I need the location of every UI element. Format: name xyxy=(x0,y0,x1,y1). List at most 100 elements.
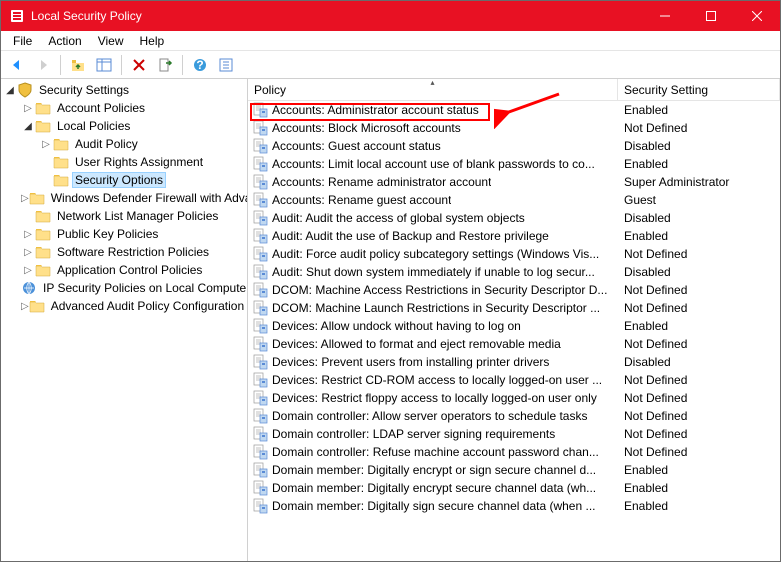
export-button[interactable] xyxy=(153,53,177,77)
policy-icon xyxy=(252,354,268,370)
policy-cell: Devices: Prevent users from installing p… xyxy=(248,354,618,370)
column-policy-label: Policy xyxy=(254,83,286,97)
folder-icon xyxy=(29,190,45,206)
policy-icon xyxy=(252,102,268,118)
tree-item[interactable]: ▷Audit Policy xyxy=(1,135,247,153)
tree-item-label: Advanced Audit Policy Configuration xyxy=(48,298,247,314)
tree-item[interactable]: ▷Software Restriction Policies xyxy=(1,243,247,261)
tree-item[interactable]: ▷ Advanced Audit Policy Configuration xyxy=(1,297,247,315)
tree-item[interactable]: IP Security Policies on Local Computer xyxy=(1,279,247,297)
tree-root-label: Security Settings xyxy=(36,82,132,98)
menu-view[interactable]: View xyxy=(90,32,132,50)
toolbar: ? xyxy=(1,51,780,79)
policy-icon xyxy=(252,282,268,298)
policy-name: Accounts: Rename guest account xyxy=(272,193,451,207)
policy-row[interactable]: DCOM: Machine Launch Restrictions in Sec… xyxy=(248,299,780,317)
titlebar[interactable]: Local Security Policy xyxy=(1,1,780,31)
policy-row[interactable]: Devices: Prevent users from installing p… xyxy=(248,353,780,371)
tree-item[interactable]: ▷Public Key Policies xyxy=(1,225,247,243)
tree-pane[interactable]: ◢ Security Settings ▷ Account Policies ◢ Lo… xyxy=(1,79,248,561)
policy-row[interactable]: Accounts: Rename administrator accountSu… xyxy=(248,173,780,191)
tree-item[interactable]: ▷ Application Control Policies xyxy=(1,261,247,279)
chevron-down-icon[interactable]: ◢ xyxy=(3,85,17,96)
policy-name: Accounts: Administrator account status xyxy=(272,103,479,117)
tree-item[interactable]: Security Options xyxy=(1,171,247,189)
folder-icon xyxy=(35,118,51,134)
show-hide-tree-button[interactable] xyxy=(92,53,116,77)
tree-item[interactable]: ◢ Local Policies xyxy=(1,117,247,135)
tree-item[interactable]: User Rights Assignment xyxy=(1,153,247,171)
tree-item-label: Windows Defender Firewall with Advanced … xyxy=(48,190,248,206)
policy-row[interactable]: Domain controller: Allow server operator… xyxy=(248,407,780,425)
policy-cell: Domain member: Digitally encrypt secure … xyxy=(248,480,618,496)
setting-cell: Not Defined xyxy=(618,301,780,315)
tree-root[interactable]: ◢ Security Settings xyxy=(1,81,247,99)
chevron-down-icon[interactable]: ◢ xyxy=(21,121,35,132)
chevron-right-icon[interactable]: ▷ xyxy=(21,229,35,240)
policy-row[interactable]: Devices: Allow undock without having to … xyxy=(248,317,780,335)
tree-item-label: Account Policies xyxy=(54,100,148,116)
tree-item-label: Application Control Policies xyxy=(54,262,205,278)
tree-item-label: Local Policies xyxy=(54,118,133,134)
list-body[interactable]: Accounts: Administrator account status En… xyxy=(248,101,780,561)
maximize-button[interactable] xyxy=(688,1,734,31)
policy-cell: Accounts: Guest account status xyxy=(248,138,618,154)
policy-cell: Audit: Audit the access of global system… xyxy=(248,210,618,226)
policy-row[interactable]: Devices: Allowed to format and eject rem… xyxy=(248,335,780,353)
up-button[interactable] xyxy=(66,53,90,77)
help-button[interactable]: ? xyxy=(188,53,212,77)
policy-cell: DCOM: Machine Access Restrictions in Sec… xyxy=(248,282,618,298)
folder-icon xyxy=(35,208,51,224)
policy-row[interactable]: Domain controller: Refuse machine accoun… xyxy=(248,443,780,461)
policy-row[interactable]: Domain controller: LDAP server signing r… xyxy=(248,425,780,443)
policy-icon xyxy=(252,318,268,334)
policy-row[interactable]: DCOM: Machine Access Restrictions in Sec… xyxy=(248,281,780,299)
policy-row[interactable]: Accounts: Rename guest accountGuest xyxy=(248,191,780,209)
chevron-right-icon[interactable]: ▷ xyxy=(39,139,53,150)
tree-item[interactable]: ▷ Windows Defender Firewall with Advanced… xyxy=(1,189,247,207)
policy-row[interactable]: Accounts: Limit local account use of bla… xyxy=(248,155,780,173)
policy-row[interactable]: Devices: Restrict floppy access to local… xyxy=(248,389,780,407)
policy-cell: Accounts: Administrator account status xyxy=(248,102,618,118)
tree-item-label: User Rights Assignment xyxy=(72,154,206,170)
minimize-button[interactable] xyxy=(642,1,688,31)
menu-help[interactable]: Help xyxy=(132,32,173,50)
policy-row[interactable]: Domain member: Digitally encrypt secure … xyxy=(248,479,780,497)
back-button[interactable] xyxy=(5,53,29,77)
folder-icon xyxy=(29,298,45,314)
setting-cell: Disabled xyxy=(618,211,780,225)
policy-row[interactable]: Domain member: Digitally sign secure cha… xyxy=(248,497,780,515)
policy-row[interactable]: Devices: Restrict CD-ROM access to local… xyxy=(248,371,780,389)
policy-name: Domain member: Digitally encrypt secure … xyxy=(272,481,596,495)
chevron-right-icon[interactable]: ▷ xyxy=(21,193,29,204)
column-policy[interactable]: Policy ▴ xyxy=(248,79,618,100)
policy-row[interactable]: Accounts: Guest account statusDisabled xyxy=(248,137,780,155)
policy-icon xyxy=(252,246,268,262)
menu-file[interactable]: File xyxy=(5,32,40,50)
menu-action[interactable]: Action xyxy=(40,32,89,50)
policy-cell: Domain controller: Refuse machine accoun… xyxy=(248,444,618,460)
policy-icon xyxy=(252,390,268,406)
policy-row[interactable]: Audit: Shut down system immediately if u… xyxy=(248,263,780,281)
policy-row[interactable]: Domain member: Digitally encrypt or sign… xyxy=(248,461,780,479)
setting-cell: Enabled xyxy=(618,319,780,333)
tree-item[interactable]: ▷ Account Policies xyxy=(1,99,247,117)
policy-row[interactable]: Accounts: Block Microsoft accountsNot De… xyxy=(248,119,780,137)
policy-row[interactable]: Audit: Force audit policy subcategory se… xyxy=(248,245,780,263)
forward-button[interactable] xyxy=(31,53,55,77)
policy-row[interactable]: Audit: Audit the access of global system… xyxy=(248,209,780,227)
policy-row[interactable]: Audit: Audit the use of Backup and Resto… xyxy=(248,227,780,245)
delete-button[interactable] xyxy=(127,53,151,77)
policy-cell: Domain controller: Allow server operator… xyxy=(248,408,618,424)
tree-item[interactable]: Network List Manager Policies xyxy=(1,207,247,225)
chevron-right-icon[interactable]: ▷ xyxy=(21,301,29,312)
chevron-right-icon[interactable]: ▷ xyxy=(21,103,35,114)
refresh-button[interactable] xyxy=(214,53,238,77)
close-button[interactable] xyxy=(734,1,780,31)
column-setting[interactable]: Security Setting xyxy=(618,79,780,100)
policy-row[interactable]: Accounts: Administrator account statusEn… xyxy=(248,101,780,119)
chevron-right-icon[interactable]: ▷ xyxy=(21,265,35,276)
toolbar-separator xyxy=(182,55,183,75)
chevron-right-icon[interactable]: ▷ xyxy=(21,247,35,258)
folder-icon xyxy=(35,226,51,242)
